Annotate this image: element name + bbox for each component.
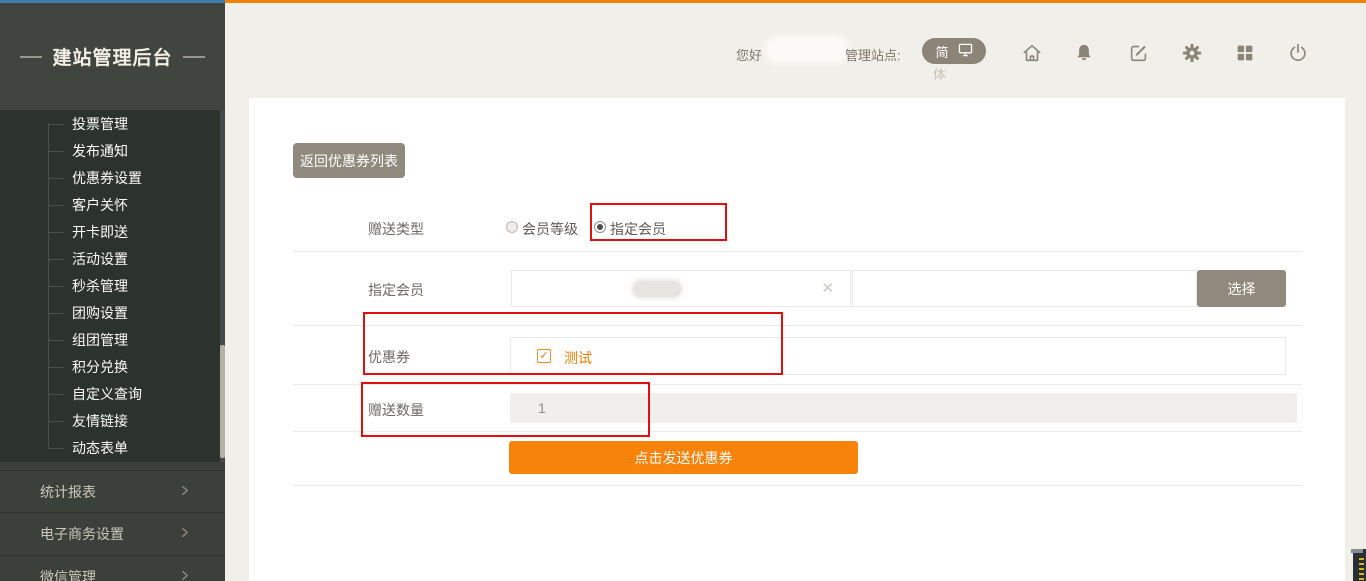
username-redacted [768, 39, 846, 60]
gift-quantity-label: 赠送数量 [368, 400, 424, 420]
sidebar-menu-item-label: 活动设置 [72, 249, 128, 269]
widget-bar [1351, 549, 1363, 553]
sidebar-menu-item-label: 组团管理 [72, 330, 128, 350]
sidebar-sections: 统计报表电子商务设置微信管理 [0, 462, 225, 581]
row-separator [293, 384, 1302, 385]
sidebar-menu-item[interactable]: 发布通知 [0, 137, 225, 164]
chevron-right-icon [178, 526, 191, 542]
chevron-right-icon [178, 484, 191, 500]
sidebar-menu-item-label: 积分兑换 [72, 357, 128, 377]
coupon-options-box: ✓ 测试 [510, 337, 1286, 375]
sidebar-menu-item[interactable]: 客户关怀 [0, 191, 225, 218]
sidebar-menu-item-label: 动态表单 [72, 438, 128, 458]
send-coupon-button[interactable]: 点击发送优惠券 [509, 441, 858, 474]
sidebar-section-label: 统计报表 [40, 482, 96, 502]
member-value-redacted [633, 281, 681, 297]
sidebar-menu-item-label: 友情链接 [72, 411, 128, 431]
tree-tick [48, 286, 64, 287]
main-header: 您好 管理站点: 简 体 [225, 3, 1366, 98]
apps-grid-icon[interactable] [1234, 42, 1256, 64]
tree-tick [48, 340, 64, 341]
language-switch-pill[interactable]: 简 [922, 38, 986, 64]
sidebar-tree-line [48, 123, 49, 447]
row-separator [293, 325, 1302, 326]
sidebar-menu-item[interactable]: 团购设置 [0, 299, 225, 326]
sidebar-menu-item[interactable]: 开卡即送 [0, 218, 225, 245]
radio-specified-member[interactable] [594, 221, 606, 233]
sidebar-menu: 投票管理发布通知优惠券设置客户关怀开卡即送活动设置秒杀管理团购设置组团管理积分兑… [0, 110, 225, 462]
clear-icon[interactable]: ✕ [821, 279, 834, 297]
logo-dash-right [183, 56, 205, 58]
tree-tick [48, 124, 64, 125]
sidebar-section-item[interactable]: 统计报表 [0, 470, 225, 513]
chevron-right-icon [178, 569, 191, 581]
sidebar-menu-item-label: 开卡即送 [72, 222, 128, 242]
radio-member-level-label[interactable]: 会员等级 [522, 219, 578, 239]
app-logo: 建站管理后台 [0, 3, 225, 110]
tree-tick [48, 151, 64, 152]
tree-tick [48, 259, 64, 260]
sidebar-menu-item-label: 秒杀管理 [72, 276, 128, 296]
tree-tick [48, 313, 64, 314]
coupon-label: 优惠券 [368, 347, 410, 367]
tree-tick [48, 205, 64, 206]
radio-specified-member-label[interactable]: 指定会员 [610, 219, 666, 239]
tree-tick [48, 421, 64, 422]
settings-gear-icon[interactable] [1181, 42, 1203, 64]
sidebar-section-item[interactable]: 电子商务设置 [0, 513, 225, 556]
row-separator [293, 251, 1302, 252]
language-char: 简 [935, 42, 948, 61]
sidebar-menu-item[interactable]: 秒杀管理 [0, 272, 225, 299]
tree-tick [48, 232, 64, 233]
back-to-coupon-list-button[interactable]: 返回优惠券列表 [293, 143, 405, 178]
sidebar-menu-item-label: 客户关怀 [72, 195, 128, 215]
tree-tick [48, 367, 64, 368]
logo-dash-left [20, 56, 42, 58]
specified-member-input[interactable]: ✕ [511, 270, 851, 307]
notifications-bell-icon[interactable] [1073, 42, 1095, 64]
row-separator [293, 485, 1302, 486]
sidebar-menu-item-label: 投票管理 [72, 114, 128, 134]
radio-member-level[interactable] [506, 221, 518, 233]
sidebar-section-label: 电子商务设置 [40, 524, 124, 544]
sidebar-menu-item[interactable]: 动态表单 [0, 434, 225, 461]
sidebar-section-item[interactable]: 微信管理 [0, 556, 225, 581]
sidebar-menu-item-label: 优惠券设置 [72, 168, 142, 188]
row-separator [293, 431, 1302, 432]
tree-tick [48, 394, 64, 395]
sidebar-menu-item[interactable]: 积分兑换 [0, 353, 225, 380]
gift-quantity-input[interactable] [510, 393, 1297, 423]
sidebar-menu-item[interactable]: 投票管理 [0, 110, 225, 137]
sidebar-scrollbar-thumb[interactable] [220, 345, 225, 458]
sidebar-menu-item[interactable]: 自定义查询 [0, 380, 225, 407]
edit-compose-icon[interactable] [1128, 42, 1150, 64]
gift-type-label: 赠送类型 [368, 219, 424, 239]
sidebar-menu-item-label: 团购设置 [72, 303, 128, 323]
coupon-name-label[interactable]: 测试 [564, 348, 592, 368]
sidebar-menu-item[interactable]: 友情链接 [0, 407, 225, 434]
content-card: 返回优惠券列表 赠送类型 会员等级 指定会员 指定会员 ✕ 选择 优惠券 ✓ 测… [249, 98, 1345, 581]
language-char-wrapped: 体 [933, 64, 946, 83]
sidebar-menu-item[interactable]: 优惠券设置 [0, 164, 225, 191]
select-member-button[interactable]: 选择 [1197, 270, 1286, 307]
monitor-icon [958, 43, 973, 60]
tree-tick [48, 448, 64, 449]
sidebar-menu-item[interactable]: 组团管理 [0, 326, 225, 353]
bottom-right-widget [1353, 549, 1366, 581]
manage-site-label: 管理站点: [845, 45, 901, 64]
sidebar-section-label: 微信管理 [40, 567, 96, 581]
sidebar-menu-item-label: 自定义查询 [72, 384, 142, 404]
specified-member-label: 指定会员 [368, 280, 424, 300]
sidebar-menu-item-label: 发布通知 [72, 141, 128, 161]
logout-power-icon[interactable] [1287, 42, 1309, 64]
home-icon[interactable] [1021, 42, 1043, 64]
app-logo-title: 建站管理后台 [52, 43, 172, 70]
greeting-text: 您好 [736, 45, 762, 64]
specified-member-secondary-input[interactable] [852, 270, 1197, 307]
tree-tick [48, 178, 64, 179]
coupon-checkbox[interactable]: ✓ [537, 349, 551, 363]
sidebar-menu-item[interactable]: 活动设置 [0, 245, 225, 272]
